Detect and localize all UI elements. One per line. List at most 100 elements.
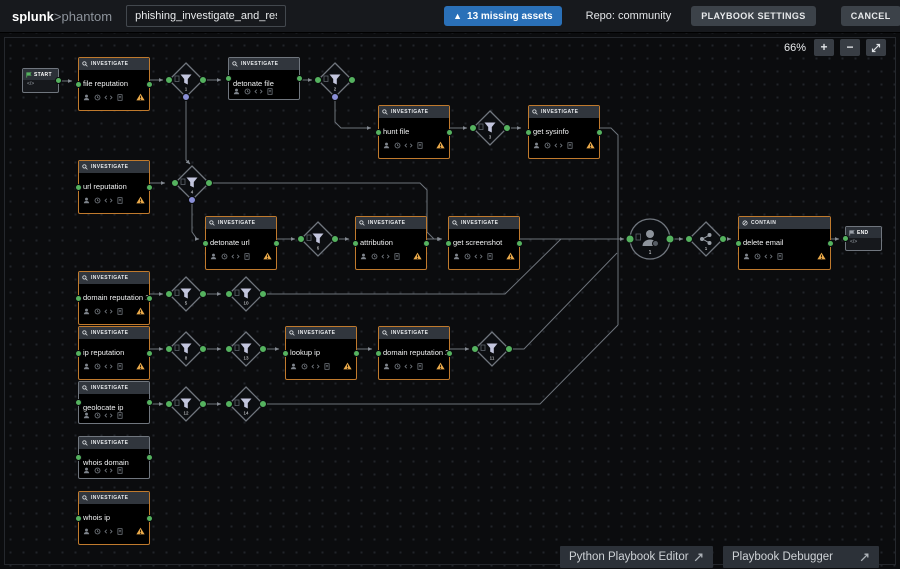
filter-node-1[interactable]: 1	[166, 63, 207, 101]
output-port[interactable]	[516, 240, 523, 247]
output-port[interactable]	[200, 77, 207, 84]
input-port[interactable]	[166, 77, 173, 84]
start-node[interactable]: START </>	[22, 68, 59, 93]
action-block-whois-ip[interactable]: INVESTIGATEwhois ip	[78, 491, 150, 545]
output-port[interactable]	[506, 346, 513, 353]
input-port[interactable]	[472, 346, 479, 353]
output-port[interactable]	[146, 81, 153, 88]
action-block-geolocate-ip[interactable]: INVESTIGATEgeolocate ip	[78, 381, 150, 424]
playbook-settings-button[interactable]: PLAYBOOK SETTINGS	[691, 6, 815, 26]
filter-node-10[interactable]: 10	[226, 277, 267, 311]
action-block-ip-reputation[interactable]: INVESTIGATEip reputation	[78, 326, 150, 380]
filter-node-13[interactable]: 13	[226, 332, 267, 366]
branch-port[interactable]	[332, 94, 339, 101]
output-port[interactable]	[446, 129, 453, 136]
output-port[interactable]	[200, 291, 207, 298]
input-port[interactable]	[172, 180, 179, 187]
missing-assets-badge[interactable]: ▲ 13 missing assets	[444, 6, 562, 26]
zoom-out-button[interactable]: −	[840, 39, 860, 56]
filter-node-8[interactable]: 8	[166, 332, 207, 366]
zoom-in-button[interactable]: +	[814, 39, 834, 56]
output-port[interactable]	[273, 240, 280, 247]
zoom-fit-button[interactable]	[866, 39, 886, 56]
input-port[interactable]	[166, 291, 173, 298]
input-port[interactable]	[226, 346, 233, 353]
action-block-detonate-file[interactable]: INVESTIGATEdetonate file	[228, 57, 300, 100]
branch-port[interactable]	[183, 94, 190, 101]
join-task-node[interactable]: 1	[626, 219, 674, 259]
input-port[interactable]	[75, 81, 82, 88]
output-port[interactable]	[146, 295, 153, 302]
action-block-domain-reputation-2[interactable]: INVESTIGATEdomain reputation 2	[378, 326, 450, 380]
input-port[interactable]	[470, 125, 477, 132]
playbook-debugger-panel[interactable]: Playbook Debugger	[723, 546, 879, 568]
input-port[interactable]	[226, 401, 233, 408]
end-node[interactable]: END </>	[845, 226, 882, 251]
output-port[interactable]	[146, 515, 153, 522]
output-port[interactable]	[260, 291, 267, 298]
input-port[interactable]	[315, 77, 322, 84]
input-port[interactable]	[75, 350, 82, 357]
filter-node-14[interactable]: 14	[226, 387, 267, 421]
input-port[interactable]	[75, 454, 82, 461]
input-port[interactable]	[735, 240, 742, 247]
output-port[interactable]	[146, 454, 153, 461]
input-port[interactable]	[298, 236, 305, 243]
cancel-button[interactable]: CANCEL	[841, 6, 900, 26]
playbook-title-input[interactable]	[126, 5, 286, 27]
input-port[interactable]	[75, 295, 82, 302]
action-block-whois-domain[interactable]: INVESTIGATEwhois domain	[78, 436, 150, 479]
action-block-attribution[interactable]: INVESTIGATEattribution	[355, 216, 427, 270]
output-port[interactable]	[146, 399, 153, 406]
output-port[interactable]	[504, 125, 511, 132]
input-port[interactable]	[375, 129, 382, 136]
filter-node-2[interactable]: 2	[315, 63, 356, 101]
output-port[interactable]	[666, 235, 674, 243]
output-port[interactable]	[200, 346, 207, 353]
output-port[interactable]	[720, 236, 727, 243]
action-block-delete-email[interactable]: CONTAINdelete email	[738, 216, 831, 270]
expand-icon[interactable]	[693, 552, 704, 563]
output-port[interactable]	[827, 240, 834, 247]
filter-node-3[interactable]: 3	[470, 111, 511, 145]
input-port[interactable]	[166, 401, 173, 408]
output-port[interactable]	[353, 350, 360, 357]
output-port[interactable]	[296, 75, 303, 82]
output-port[interactable]	[332, 236, 339, 243]
expand-icon[interactable]	[859, 552, 870, 563]
output-port[interactable]	[260, 401, 267, 408]
input-port[interactable]	[202, 240, 209, 247]
filter-node-6[interactable]: 6	[298, 222, 339, 256]
action-block-domain-reputation-1[interactable]: INVESTIGATEdomain reputation 1	[78, 271, 150, 325]
branch-port[interactable]	[189, 197, 196, 204]
input-port[interactable]	[225, 75, 232, 82]
filter-node-4[interactable]: 4	[172, 166, 213, 204]
input-port[interactable]	[226, 291, 233, 298]
decision-node[interactable]: 1	[686, 222, 727, 256]
output-port[interactable]	[260, 346, 267, 353]
python-playbook-editor-panel[interactable]: Python Playbook Editor	[560, 546, 713, 568]
output-port[interactable]	[349, 77, 356, 84]
action-block-get-sysinfo[interactable]: INVESTIGATEget sysinfo	[528, 105, 600, 159]
output-port[interactable]	[55, 77, 62, 84]
input-port[interactable]	[686, 236, 693, 243]
action-block-detonate-url[interactable]: INVESTIGATEdetonate url	[205, 216, 277, 270]
action-block-url-reputation[interactable]: INVESTIGATEurl reputation	[78, 160, 150, 214]
input-port[interactable]	[375, 350, 382, 357]
action-block-lookup-ip[interactable]: INVESTIGATElookup ip	[285, 326, 357, 380]
output-port[interactable]	[146, 350, 153, 357]
action-block-get-screenshot[interactable]: INVESTIGATEget screenshot	[448, 216, 520, 270]
input-port[interactable]	[352, 240, 359, 247]
input-port[interactable]	[525, 129, 532, 136]
input-port[interactable]	[75, 184, 82, 191]
filter-node-5[interactable]: 5	[166, 277, 207, 311]
action-block-file-reputation[interactable]: INVESTIGATEfile reputation	[78, 57, 150, 111]
filter-node-11[interactable]: 11	[472, 332, 513, 366]
output-port[interactable]	[596, 129, 603, 136]
input-port[interactable]	[75, 515, 82, 522]
input-port[interactable]	[842, 235, 849, 242]
input-port[interactable]	[166, 346, 173, 353]
playbook-canvas[interactable]: 1234651081311121411 66% + − START </> EN…	[0, 33, 900, 569]
output-port[interactable]	[200, 401, 207, 408]
input-port[interactable]	[445, 240, 452, 247]
